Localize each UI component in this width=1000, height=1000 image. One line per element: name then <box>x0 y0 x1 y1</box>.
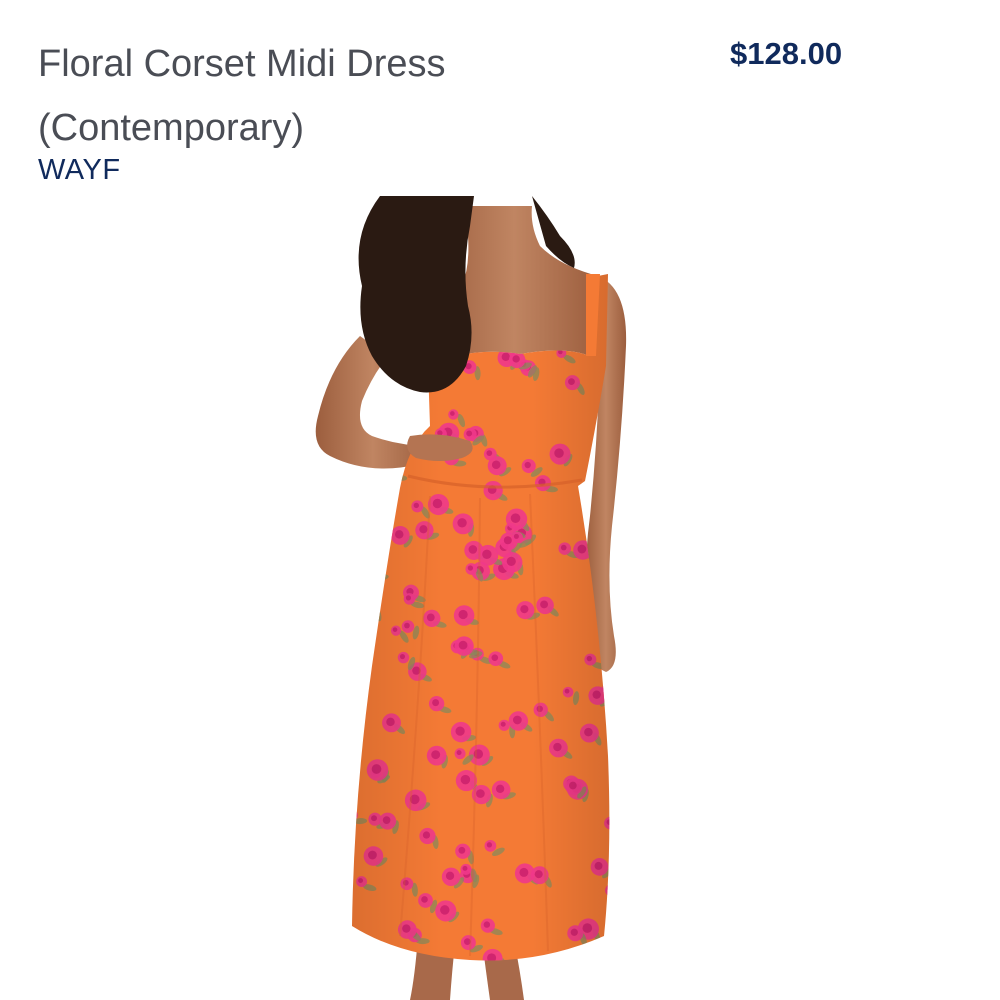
product-image[interactable] <box>0 196 1000 1000</box>
product-title: Floral Corset Midi Dress (Contemporary) <box>38 32 678 160</box>
product-photo <box>315 196 627 1000</box>
brand-link[interactable]: WAYF <box>38 154 121 187</box>
product-title-line1: Floral Corset Midi Dress <box>38 43 446 85</box>
product-title-line2: (Contemporary) <box>38 107 305 149</box>
product-price: $128.00 <box>730 36 843 71</box>
